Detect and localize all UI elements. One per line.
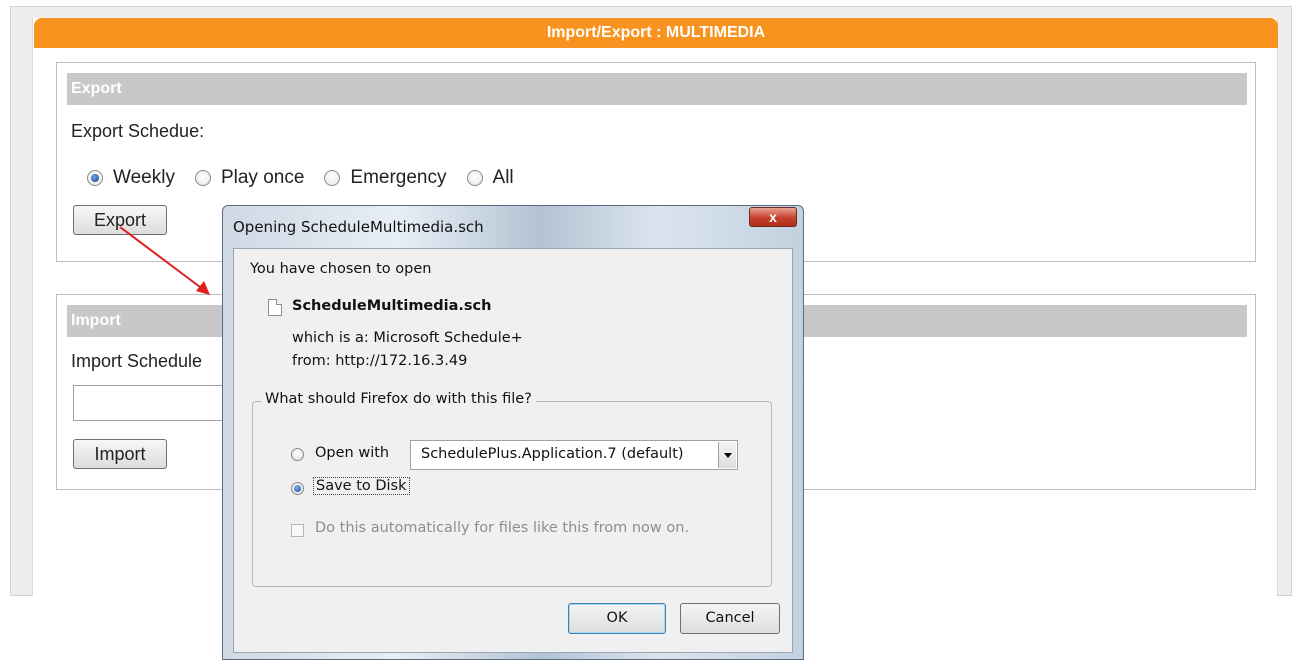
radio-weekly[interactable] [87,170,103,186]
auto-action-checkbox[interactable] [291,524,304,537]
file-icon [268,299,282,316]
dialog-title: Opening ScheduleMultimedia.sch [233,218,484,236]
radio-play-once-label: Play once [220,167,305,188]
export-schedule-options: Weekly Play once Emergency All [87,167,534,189]
close-icon: x [769,209,777,225]
application-select[interactable]: SchedulePlus.Application.7 (default) [410,440,738,470]
radio-emergency-label: Emergency [350,167,447,188]
auto-action-label: Do this automatically for files like thi… [315,520,690,536]
screen-root: Import/Export : MULTIMEDIA Export Export… [0,0,1292,660]
radio-option-weekly[interactable]: Weekly [87,167,175,189]
ok-button[interactable]: OK [568,603,666,634]
firefox-action-group: What should Firefox do with this file? O… [252,391,772,587]
export-heading: Export [67,73,1247,105]
firefox-action-question: What should Firefox do with this file? [261,391,536,407]
file-type-text: which is a: Microsoft Schedule+ [292,330,523,346]
radio-option-play-once[interactable]: Play once [194,167,305,189]
radio-all[interactable] [466,170,483,186]
file-name: ScheduleMultimedia.sch [292,298,492,314]
cancel-button[interactable]: Cancel [680,603,780,634]
chosen-to-open-text: You have chosen to open [250,261,432,277]
application-select-value: SchedulePlus.Application.7 (default) [421,446,684,462]
chevron-down-icon[interactable] [718,442,736,468]
radio-play-once[interactable] [194,170,211,186]
dialog-close-button[interactable]: x [749,207,797,227]
dialog-body: You have chosen to open ScheduleMultimed… [233,248,793,653]
export-button[interactable]: Export [73,205,167,235]
radio-emergency[interactable] [324,170,341,186]
open-file-dialog: Opening ScheduleMultimedia.sch x You hav… [222,205,804,660]
radio-option-emergency[interactable]: Emergency [324,167,447,189]
page-title: Import/Export : MULTIMEDIA [34,18,1278,48]
save-to-disk-radio[interactable] [291,482,304,495]
radio-weekly-label: Weekly [113,167,175,188]
import-button[interactable]: Import [73,439,167,469]
open-with-label-text: Open with [315,445,390,461]
radio-all-label: All [492,167,514,188]
file-source-text: from: http://172.16.3.49 [292,353,468,369]
export-schedule-label: Export Schedue: [71,121,205,141]
radio-option-all[interactable]: All [466,167,514,189]
open-with-radio[interactable] [291,448,304,461]
save-to-disk-label[interactable]: Save to Disk [313,477,410,495]
import-schedule-label: Import Schedule [71,351,203,371]
open-with-label[interactable]: Open with [315,445,389,461]
